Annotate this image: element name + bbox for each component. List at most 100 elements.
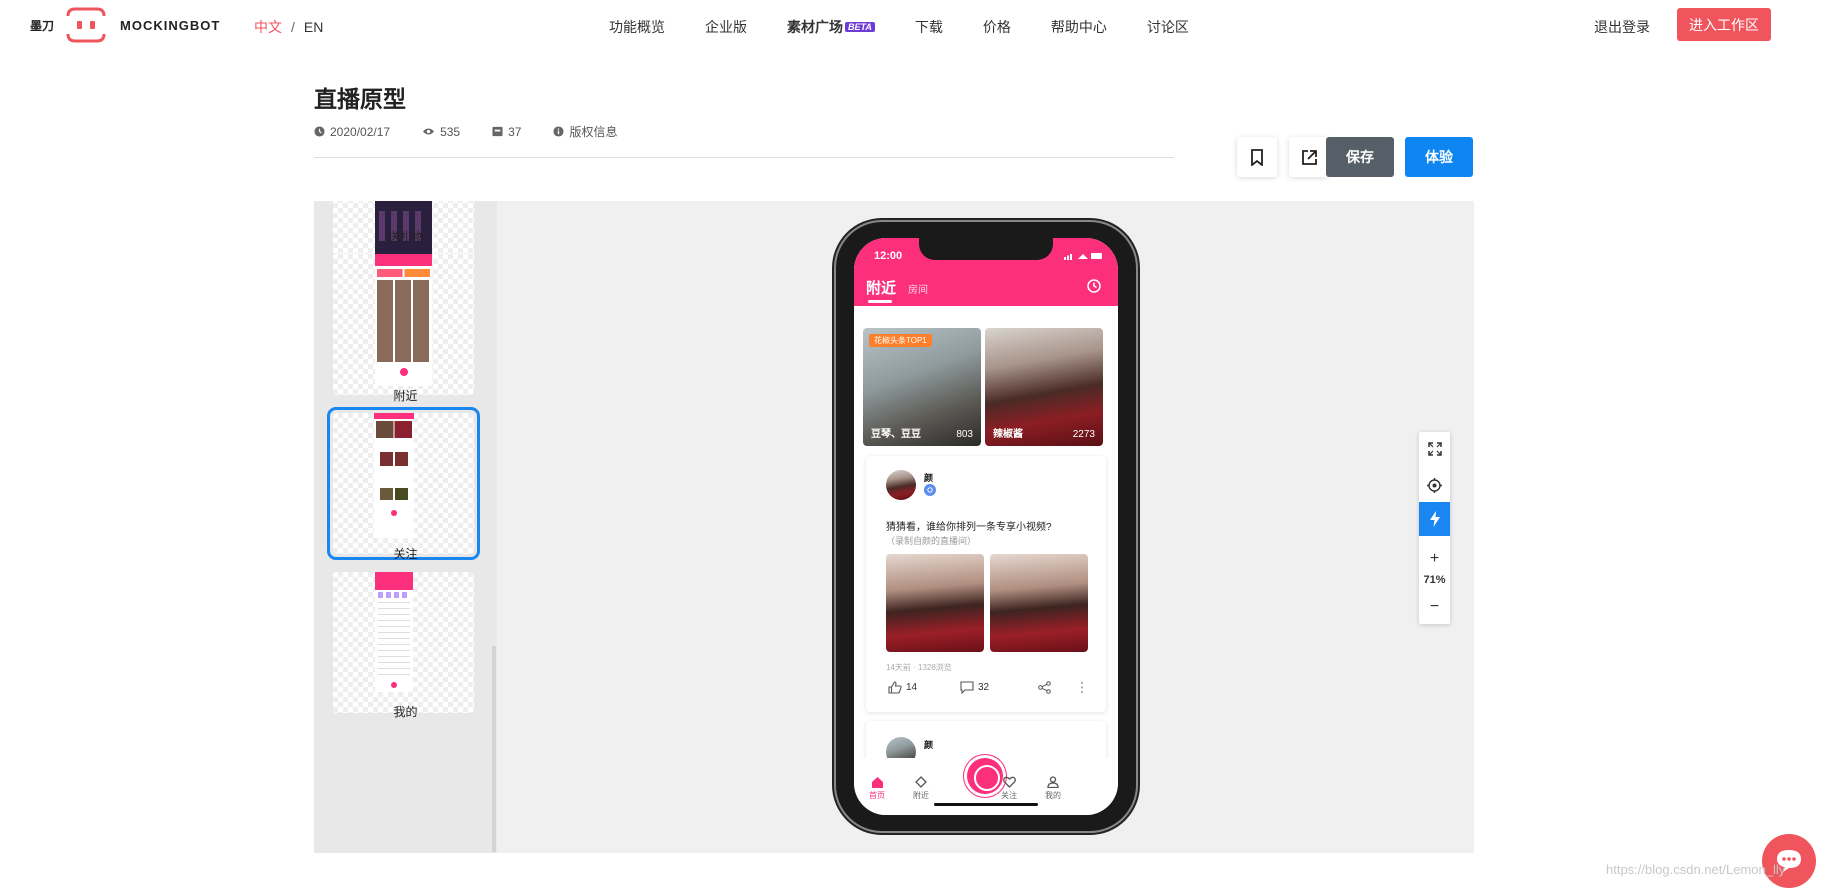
logo-text: MOCKINGBOT: [120, 17, 221, 33]
share-icon[interactable]: [1038, 681, 1051, 694]
meta-copyright[interactable]: 版权信息: [553, 123, 617, 140]
date-text: 2020/02/17: [330, 124, 391, 139]
nav-forum[interactable]: 讨论区: [1147, 17, 1189, 37]
page-thumbnail-mine[interactable]: [333, 572, 474, 713]
sidebar-scrollbar[interactable]: [492, 646, 496, 852]
top-navigation: 墨刀 MOCKINGBOT 中文 / EN 功能概览 企业版 素材广场 BETA 下载…: [0, 0, 1830, 50]
zoom-level: 71%: [1423, 574, 1446, 586]
thumb-header: [375, 254, 432, 266]
hotspot-toggle-button[interactable]: [1419, 502, 1450, 536]
live-card-name: 豆琴、豆豆: [871, 429, 921, 440]
page-label: 关注: [393, 547, 418, 561]
header-divider: [314, 157, 1174, 158]
bookmark-button[interactable]: [1237, 137, 1277, 177]
tab-follow[interactable]: 关注: [989, 776, 1029, 801]
thumb-list: [378, 602, 410, 678]
comment-button[interactable]: 32: [960, 681, 989, 694]
watermark: https://blog.csdn.net/Lemon_lly: [1606, 862, 1786, 877]
tab-nearby-label: 附近: [913, 791, 929, 800]
lang-en-link[interactable]: EN: [304, 19, 323, 35]
meta-views: 535: [422, 125, 460, 139]
thumb-feed-photos-2: [380, 488, 408, 500]
thumb-preview: [375, 572, 413, 692]
feed-user-name: 颜: [924, 740, 934, 750]
zoom-in-button[interactable]: +: [1419, 542, 1450, 576]
fit-screen-button[interactable]: [1419, 468, 1450, 502]
views-count: 535: [440, 124, 461, 139]
tab-mine[interactable]: 我的: [1033, 776, 1073, 801]
beta-badge: BETA: [845, 22, 875, 32]
external-link-icon: [1301, 149, 1317, 165]
zoom-out-button[interactable]: −: [1419, 590, 1450, 624]
page-thumbnail-follow[interactable]: [327, 407, 480, 560]
heart-icon: [1002, 776, 1016, 788]
tab-home[interactable]: 首页: [857, 776, 897, 801]
phone-screen[interactable]: 12:00 附近 房间 花椒头条TOP1 豆琴、豆豆 803 辣椒酱 2273 …: [854, 238, 1118, 815]
live-card[interactable]: 辣椒酱 2273: [985, 328, 1103, 446]
feed-user-name: 颜: [924, 473, 934, 483]
thumb-cards: [376, 421, 412, 438]
enter-workspace-button[interactable]: 进入工作区: [1677, 8, 1771, 41]
save-button[interactable]: 保存: [1326, 137, 1394, 177]
live-tag: 花椒头条TOP1: [869, 334, 932, 347]
live-card[interactable]: 花椒头条TOP1 豆琴、豆豆 803: [863, 328, 981, 446]
verified-badge-icon: [924, 484, 936, 496]
like-count: 14: [906, 682, 918, 693]
share-button[interactable]: [1289, 137, 1329, 177]
tab-nearby[interactable]: 附近: [866, 277, 896, 298]
feed-photo[interactable]: [990, 554, 1088, 652]
nav-assets[interactable]: 素材广场 BETA: [787, 17, 875, 37]
page-thumbnail-nearby[interactable]: [333, 254, 474, 395]
phone-frame: 12:00 附近 房间 花椒头条TOP1 豆琴、豆豆 803 辣椒酱 2273 …: [836, 222, 1136, 831]
page-label: 送礼物: [387, 230, 424, 244]
tab-nearby-bottom[interactable]: 附近: [901, 776, 941, 801]
project-meta: 2020/02/17 535 37 版权信息: [314, 123, 649, 140]
thumb-record-dot: [399, 368, 408, 376]
nav-download[interactable]: 下载: [915, 17, 943, 37]
thumb-record-dot: [391, 510, 397, 516]
nav-pricing[interactable]: 价格: [983, 17, 1011, 37]
language-switcher: 中文 / EN: [254, 17, 323, 37]
comment-icon: [960, 681, 974, 694]
page-label: 附近: [393, 389, 418, 403]
app-tabbar: 首页 附近 关注 我的: [854, 758, 1118, 815]
chat-support-button[interactable]: [1762, 834, 1816, 888]
thumb-feed-photos: [380, 452, 408, 466]
live-card-count: 2273: [1072, 429, 1095, 440]
copies-count: 37: [508, 124, 522, 139]
meta-date: 2020/02/17: [314, 125, 390, 139]
copy-box-icon: [492, 126, 503, 137]
lang-zh-link[interactable]: 中文: [254, 19, 282, 35]
clock-icon: [314, 126, 325, 137]
logout-link[interactable]: 退出登录: [1594, 17, 1650, 37]
thumb-record-dot: [391, 682, 397, 688]
history-clock-icon[interactable]: [1087, 279, 1101, 293]
copyright-text: 版权信息: [569, 125, 618, 139]
meta-copies: 37: [492, 125, 521, 139]
more-icon[interactable]: [1080, 681, 1084, 694]
nav-assets-label: 素材广场: [787, 19, 843, 35]
logo[interactable]: 墨刀 MOCKINGBOT: [30, 6, 220, 44]
fullscreen-button[interactable]: [1419, 432, 1450, 466]
nav-features[interactable]: 功能概览: [609, 17, 665, 37]
eye-icon: [422, 128, 435, 135]
tab-room[interactable]: 房间: [908, 281, 928, 296]
zoom-controls: + 71% −: [1419, 432, 1450, 624]
compass-icon: [915, 776, 927, 788]
feed-photo[interactable]: [886, 554, 984, 652]
like-button[interactable]: 14: [888, 681, 917, 694]
status-icons: [1064, 253, 1102, 260]
info-icon: [553, 126, 564, 137]
thumb-buttons: [377, 269, 430, 277]
logo-mark-icon: [60, 6, 112, 44]
nav-enterprise[interactable]: 企业版: [705, 17, 747, 37]
avatar[interactable]: [886, 470, 916, 500]
thumb-header: [374, 413, 414, 419]
phone-notch: [919, 238, 1053, 260]
live-card-count: 803: [956, 429, 973, 440]
bookmark-icon: [1251, 148, 1263, 166]
home-indicator: [934, 803, 1038, 806]
nav-help[interactable]: 帮助中心: [1051, 17, 1107, 37]
comment-count: 32: [978, 682, 990, 693]
try-button[interactable]: 体验: [1405, 137, 1473, 177]
